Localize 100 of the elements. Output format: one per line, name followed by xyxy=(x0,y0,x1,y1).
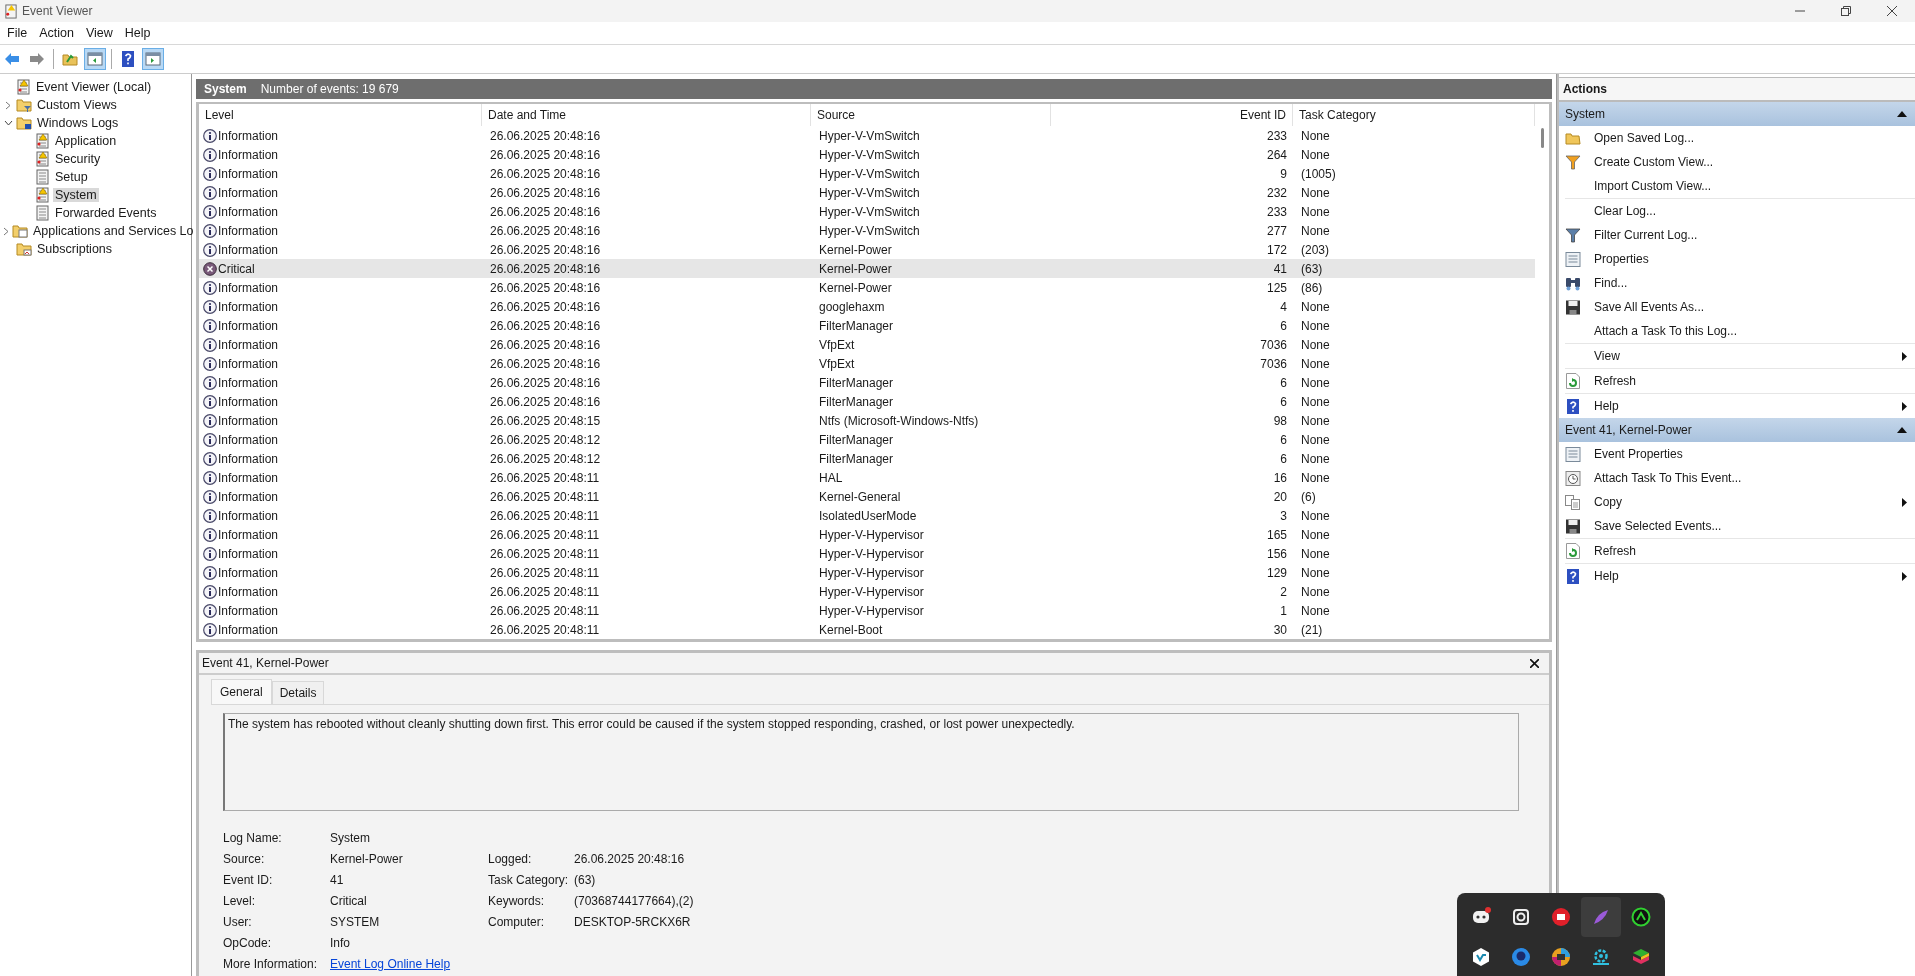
tray-app-icon[interactable] xyxy=(1629,905,1653,929)
event-row[interactable]: Information 26.06.2025 20:48:12 FilterManager 6 None xyxy=(199,430,1535,449)
tray-app-icon[interactable] xyxy=(1549,905,1573,929)
help-link[interactable]: Event Log Online Help xyxy=(330,957,451,971)
info-icon xyxy=(203,584,217,599)
event-id-cell-text: 232 xyxy=(1265,185,1288,200)
field-label: Keywords: xyxy=(488,894,546,910)
scrollbar-thumb[interactable] xyxy=(1540,128,1544,148)
action-link[interactable]: Clear Log... xyxy=(1594,204,1907,218)
task-category-cell-text: None xyxy=(1300,527,1331,542)
action-link[interactable]: Refresh xyxy=(1594,544,1907,558)
restore-icon[interactable] xyxy=(1841,6,1851,16)
event-row[interactable]: Information 26.06.2025 20:48:11 HAL 16 None xyxy=(199,468,1535,487)
action-link[interactable]: Event Properties xyxy=(1594,447,1907,461)
event-row[interactable]: Information 26.06.2025 20:48:11 Hyper-V-Hypervisor 165 None xyxy=(199,525,1535,544)
action-link[interactable]: Import Custom View... xyxy=(1594,179,1907,193)
collapse-triangle-icon[interactable] xyxy=(1897,427,1907,433)
event-row[interactable]: Information 26.06.2025 20:48:16 FilterManager 6 None xyxy=(199,373,1535,392)
info-icon xyxy=(203,470,217,485)
event-row[interactable]: Information 26.06.2025 20:48:16 Hyper-V-VmSwitch 9 (1005) xyxy=(199,164,1535,183)
event-row[interactable]: Information 26.06.2025 20:48:11 IsolatedUserMode 3 None xyxy=(199,506,1535,525)
chevron-right-icon[interactable] xyxy=(5,100,11,110)
close-icon[interactable] xyxy=(1887,6,1897,16)
action-link[interactable]: Copy xyxy=(1594,495,1902,509)
section-header[interactable]: Event 41, Kernel-Power xyxy=(1559,418,1915,442)
column-header[interactable]: Date and Time xyxy=(482,104,811,126)
event-row[interactable]: Information 26.06.2025 20:48:11 Hyper-V-Hypervisor 156 None xyxy=(199,544,1535,563)
action-link[interactable]: Save Selected Events... xyxy=(1594,519,1907,533)
event-row[interactable]: Information 26.06.2025 20:48:16 googlehaxm 4 None xyxy=(199,297,1535,316)
close-icon[interactable] xyxy=(1530,658,1539,668)
action-link[interactable]: Save All Events As... xyxy=(1594,300,1907,314)
tray-app-icon[interactable] xyxy=(1549,945,1573,969)
collapse-triangle-icon[interactable] xyxy=(1897,111,1907,117)
source-cell-text: VfpExt xyxy=(818,356,856,371)
task-category-cell-text: None xyxy=(1300,356,1331,371)
menu-item[interactable]: Action xyxy=(34,24,79,42)
menu-item[interactable]: View xyxy=(80,24,118,42)
field-label: User: xyxy=(223,915,253,931)
tree-item[interactable]: Application xyxy=(53,134,119,148)
column-header[interactable]: Source xyxy=(811,104,1051,126)
tree-item[interactable]: Windows Logs xyxy=(35,116,121,130)
action-link[interactable]: Open Saved Log... xyxy=(1594,131,1907,145)
tab[interactable]: Details xyxy=(271,681,325,704)
source-cell-text: Hyper-V-VmSwitch xyxy=(818,128,921,143)
event-row[interactable]: Information 26.06.2025 20:48:12 FilterManager 6 None xyxy=(199,449,1535,468)
event-row[interactable]: Information 26.06.2025 20:48:16 VfpExt 7036 None xyxy=(199,335,1535,354)
tree-item[interactable]: Security xyxy=(53,152,103,166)
tree-item[interactable]: Forwarded Events xyxy=(53,206,159,220)
column-header[interactable]: Task Category xyxy=(1293,104,1535,126)
date-cell-text: 26.06.2025 20:48:16 xyxy=(489,185,602,200)
date-cell-text: 26.06.2025 20:48:16 xyxy=(489,223,602,238)
event-row[interactable]: Information 26.06.2025 20:48:16 Hyper-V-VmSwitch 233 None xyxy=(199,202,1535,221)
event-row[interactable]: Information 26.06.2025 20:48:11 Hyper-V-Hypervisor 2 None xyxy=(199,582,1535,601)
tree-item[interactable]: Subscriptions xyxy=(35,242,115,256)
event-row[interactable]: Information 26.06.2025 20:48:16 Kernel-Power 125 (86) xyxy=(199,278,1535,297)
event-row[interactable]: Information 26.06.2025 20:48:15 Ntfs (Microsoft-Windows-Ntfs) 98 None xyxy=(199,411,1535,430)
action-link[interactable]: Filter Current Log... xyxy=(1594,228,1907,242)
action-link[interactable]: Properties xyxy=(1594,252,1907,266)
action-link[interactable]: Help xyxy=(1594,569,1902,583)
column-header[interactable]: Level xyxy=(199,104,482,126)
source-cell-text: VfpExt xyxy=(818,337,856,352)
chevron-right-icon[interactable] xyxy=(3,226,9,236)
event-row[interactable]: Information 26.06.2025 20:48:16 FilterManager 6 None xyxy=(199,316,1535,335)
event-id-cell-text: 4 xyxy=(1279,299,1288,314)
tab[interactable]: General xyxy=(211,679,272,704)
tree-item[interactable]: Applications and Services Lo xyxy=(31,224,196,238)
tree-item[interactable]: Custom Views xyxy=(35,98,119,112)
event-row[interactable]: Information 26.06.2025 20:48:16 Kernel-Power 172 (203) xyxy=(199,240,1535,259)
section-header[interactable]: System xyxy=(1559,102,1915,126)
event-row[interactable]: Information 26.06.2025 20:48:16 Hyper-V-VmSwitch 232 None xyxy=(199,183,1535,202)
event-id-cell-text: 233 xyxy=(1265,128,1288,143)
menu-item[interactable]: File xyxy=(2,24,33,42)
tree-item[interactable]: Event Viewer (Local) xyxy=(34,80,154,94)
event-row[interactable]: Information 26.06.2025 20:48:11 Kernel-Boot 30 (21) xyxy=(199,620,1535,639)
info-icon xyxy=(203,223,217,238)
action-link[interactable]: Refresh xyxy=(1594,374,1907,388)
event-row[interactable]: Information 26.06.2025 20:48:16 VfpExt 7036 None xyxy=(199,354,1535,373)
event-id-cell-text: 9 xyxy=(1279,166,1288,181)
event-row[interactable]: Critical 26.06.2025 20:48:16 Kernel-Power 41 (63) xyxy=(199,259,1535,278)
tree-item[interactable]: Setup xyxy=(53,170,90,184)
action-link[interactable]: Attach Task To This Event... xyxy=(1594,471,1907,485)
action-link[interactable]: Create Custom View... xyxy=(1594,155,1907,169)
event-row[interactable]: Information 26.06.2025 20:48:16 FilterManager 6 None xyxy=(199,392,1535,411)
event-row[interactable]: Information 26.06.2025 20:48:11 Kernel-General 20 (6) xyxy=(199,487,1535,506)
action-link[interactable]: Help xyxy=(1594,399,1902,413)
event-id-cell-text: 6 xyxy=(1279,318,1288,333)
action-link[interactable]: Attach a Task To this Log... xyxy=(1594,324,1907,338)
help-icon[interactable] xyxy=(122,51,134,67)
menu-item[interactable]: Help xyxy=(119,24,156,42)
event-row[interactable]: Information 26.06.2025 20:48:16 Hyper-V-VmSwitch 264 None xyxy=(199,145,1535,164)
event-row[interactable]: Information 26.06.2025 20:48:16 Hyper-V-VmSwitch 277 None xyxy=(199,221,1535,240)
task-category-cell-text: None xyxy=(1300,394,1331,409)
action-link[interactable]: Find... xyxy=(1594,276,1907,290)
action-link[interactable]: View xyxy=(1594,349,1902,363)
tree-item[interactable]: System xyxy=(53,188,99,202)
event-row[interactable]: Information 26.06.2025 20:48:16 Hyper-V-VmSwitch 233 None xyxy=(199,126,1535,145)
chevron-down-icon[interactable] xyxy=(3,120,13,126)
event-row[interactable]: Information 26.06.2025 20:48:11 Hyper-V-Hypervisor 129 None xyxy=(199,563,1535,582)
column-header[interactable]: Event ID xyxy=(1051,104,1293,126)
event-row[interactable]: Information 26.06.2025 20:48:11 Hyper-V-Hypervisor 1 None xyxy=(199,601,1535,620)
